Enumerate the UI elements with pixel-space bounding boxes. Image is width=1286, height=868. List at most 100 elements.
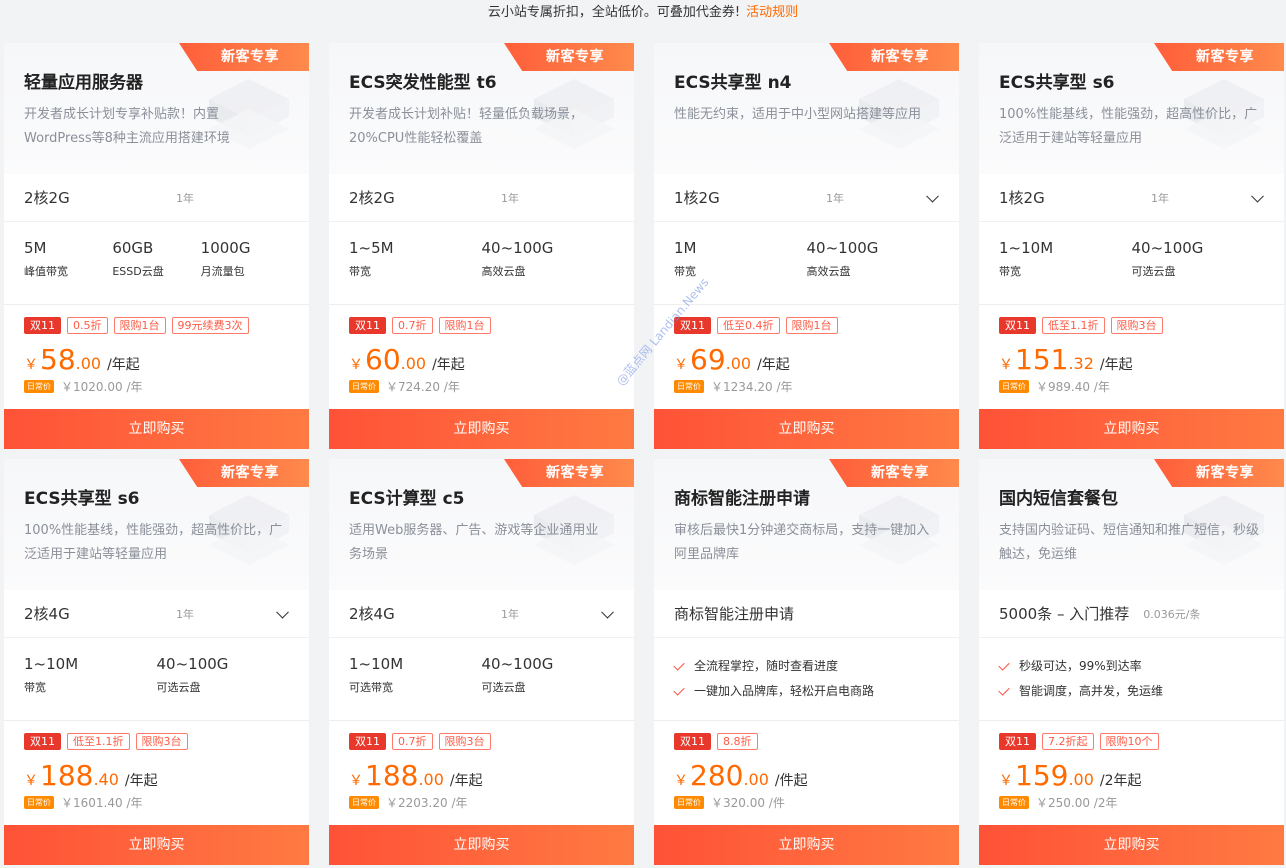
rules-link[interactable]: 活动规则 — [746, 5, 798, 20]
chevron-down-icon[interactable] — [1251, 189, 1264, 203]
price-currency: ￥ — [349, 357, 363, 373]
spec-selector: 2核2G 1年 — [4, 174, 309, 222]
promo-tag: 限购3台 — [1110, 317, 1163, 334]
metric: 5M 峰值带宽 — [24, 238, 112, 304]
promo-tags: 双11 低至0.4折 限购1台 — [674, 317, 939, 334]
promo-tag: 8.8折 — [717, 733, 758, 750]
feature-list: 全流程掌控，随时查看进度一键加入品牌库，轻松开启电商路 — [654, 638, 959, 721]
price-decimal: .00 — [75, 354, 102, 373]
metric-value: 40~100G — [481, 239, 554, 257]
buy-now-button[interactable]: 立即购买 — [4, 409, 309, 449]
spec-main: 2核4G — [24, 605, 70, 623]
price-area: 双11 低至1.1折 限购3台 ￥ 151.32/年起 日常价 ￥989.40 /年 — [979, 305, 1284, 410]
original-price-value: ￥1601.40 /年 — [61, 796, 143, 810]
buy-now-button[interactable]: 立即购买 — [329, 409, 634, 449]
price-period: /年起 — [449, 773, 483, 789]
chevron-down-icon[interactable] — [276, 605, 289, 619]
feature-text: 一键加入品牌库，轻松开启电商路 — [694, 684, 875, 698]
card-title: 轻量应用服务器 — [24, 73, 143, 93]
spec-selector: 商标智能注册申请 — [654, 590, 959, 638]
metric-label: 峰值带宽 — [24, 265, 68, 278]
feature-item: 秒级可达，99%到达率 — [998, 654, 1264, 679]
price-currency: ￥ — [349, 773, 363, 789]
card-header: 新客专享 ECS突发性能型 t6 开发者成长计划补贴！轻量低负载场景，20%CPU性… — [329, 43, 634, 174]
regular-price-badge: 日常价 — [349, 380, 379, 393]
original-price-value: ￥2203.20 /年 — [386, 796, 468, 810]
price-currency: ￥ — [674, 357, 688, 373]
chevron-down-icon[interactable] — [601, 605, 614, 619]
spec-selector[interactable]: 2核4G 1年 — [4, 590, 309, 638]
price-period: /年起 — [124, 773, 158, 789]
new-customer-ribbon: 新客专享 — [829, 43, 959, 71]
card-title: 国内短信套餐包 — [999, 489, 1118, 509]
metric: 40~100G 可选云盘 — [1132, 238, 1265, 304]
spec-metrics: 1~10M 可选带宽 40~100G 可选云盘 — [329, 638, 634, 721]
product-card: 新客专享 ECS共享型 s6 100%性能基线，性能强劲，超高性价比，广泛适用于建站… — [979, 43, 1284, 449]
promo-tag: 双11 — [674, 733, 711, 750]
original-price: 日常价 ￥989.40 /年 — [999, 378, 1264, 395]
metric-value: 1M — [674, 239, 697, 257]
promo-tag: 限购3台 — [438, 733, 491, 750]
chevron-down-icon[interactable] — [926, 189, 939, 203]
spec-main: 5000条 – 入门推荐 — [999, 605, 1130, 623]
promo-tag: 限购1台 — [785, 317, 838, 334]
metric-label: 可选云盘 — [481, 681, 526, 694]
buy-now-button[interactable]: 立即购买 — [654, 409, 959, 449]
original-price: 日常价 ￥320.00 /件 — [674, 794, 939, 811]
price-decimal: .00 — [725, 354, 752, 373]
promo-tags: 双11 8.8折 — [674, 733, 939, 750]
metric-value: 1~10M — [349, 655, 404, 673]
regular-price-badge: 日常价 — [24, 380, 54, 393]
buy-now-button[interactable]: 立即购买 — [654, 825, 959, 865]
original-price: 日常价 ￥1601.40 /年 — [24, 794, 289, 811]
buy-now-button[interactable]: 立即购买 — [979, 825, 1284, 865]
new-customer-ribbon: 新客专享 — [829, 459, 959, 487]
promo-tag: 限购10个 — [1099, 733, 1159, 750]
buy-now-button[interactable]: 立即购买 — [979, 409, 1284, 449]
new-customer-ribbon: 新客专享 — [179, 459, 309, 487]
card-header: 新客专享 商标智能注册申请 审核后最快1分钟递交商标局，支持一键加入阿里品牌库 — [654, 459, 959, 590]
metric-label: 可选带宽 — [349, 681, 393, 694]
promo-tag: 双11 — [24, 317, 61, 334]
metric-label: 可选云盘 — [1131, 265, 1176, 278]
buy-now-button[interactable]: 立即购买 — [329, 825, 634, 865]
product-card: 新客专享 轻量应用服务器 开发者成长计划专享补贴款！内置WordPress等8种主流… — [4, 43, 309, 449]
price-currency: ￥ — [999, 773, 1013, 789]
metric-value: 40~100G — [806, 239, 879, 257]
metric-label: 高效云盘 — [806, 265, 851, 278]
spec-selector[interactable]: 1核2G 1年 — [979, 174, 1284, 222]
price-area: 双11 0.7折 限购3台 ￥ 188.00/年起 日常价 ￥2203.20 /年 — [329, 721, 634, 826]
metric-label: 月流量包 — [200, 265, 245, 278]
spec-duration: 1年 — [501, 607, 519, 621]
spec-selector[interactable]: 2核4G 1年 — [329, 590, 634, 638]
price-integer: 188 — [40, 759, 94, 792]
promo-tags: 双11 低至1.1折 限购3台 — [999, 317, 1264, 334]
spec-metrics: 1~10M 带宽 40~100G 可选云盘 — [979, 222, 1284, 305]
buy-now-button[interactable]: 立即购买 — [4, 825, 309, 865]
promo-tag: 0.7折 — [392, 317, 433, 334]
card-description: 支持国内验证码、短信通知和推广短信，秒级触达，免运维 — [999, 523, 1260, 562]
card-description: 性能无约束，适用于中小型网站搭建等应用 — [674, 107, 922, 122]
spec-duration: 1年 — [176, 191, 194, 205]
card-description: 开发者成长计划专享补贴款！内置WordPress等8种主流应用搭建环境 — [24, 107, 230, 146]
price-period: /件起 — [774, 773, 808, 789]
spec-selector[interactable]: 1核2G 1年 — [654, 174, 959, 222]
check-icon — [998, 658, 1010, 671]
new-customer-ribbon: 新客专享 — [1154, 459, 1284, 487]
feature-item: 全流程掌控，随时查看进度 — [673, 654, 939, 679]
product-card: 新客专享 ECS共享型 s6 100%性能基线，性能强劲，超高性价比，广泛适用于建站… — [4, 459, 309, 865]
spec-metrics: 1~10M 带宽 40~100G 可选云盘 — [4, 638, 309, 721]
price-period: /年起 — [757, 357, 790, 373]
original-price: 日常价 ￥1234.20 /年 — [674, 378, 939, 395]
original-price-value: ￥1020.00 /年 — [61, 380, 143, 394]
card-description: 100%性能基线，性能强劲，超高性价比，广泛适用于建站等轻量应用 — [999, 107, 1258, 146]
check-icon — [673, 658, 685, 671]
regular-price-badge: 日常价 — [674, 380, 704, 393]
metric: 40~100G 高效云盘 — [807, 238, 940, 304]
feature-text: 全流程掌控，随时查看进度 — [694, 659, 839, 673]
metric-label: ESSD云盘 — [112, 265, 164, 278]
price-integer: 69 — [690, 343, 726, 376]
spec-selector: 5000条 – 入门推荐 0.036元/条 — [979, 590, 1284, 638]
product-card: 新客专享 ECS计算型 c5 适用Web服务器、广告、游戏等企业通用业务场景 2核4G… — [329, 459, 634, 865]
promo-tag: 低至1.1折 — [1042, 317, 1105, 334]
